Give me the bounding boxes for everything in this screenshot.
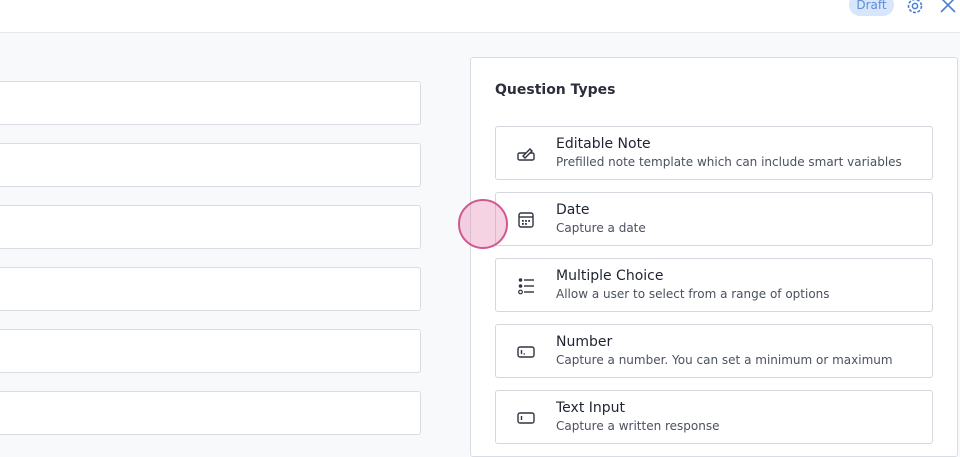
gear-icon[interactable] xyxy=(905,0,925,16)
form-field[interactable] xyxy=(0,267,421,311)
number-field-icon xyxy=(516,342,536,362)
cursor-indicator xyxy=(458,199,508,249)
panel-title: Question Types xyxy=(495,82,616,98)
question-type-description: Prefilled note template which can includ… xyxy=(556,155,902,169)
question-type-title: Text Input xyxy=(556,400,626,416)
close-icon[interactable] xyxy=(938,0,958,16)
status-badge: Draft xyxy=(849,0,894,16)
question-type-title: Multiple Choice xyxy=(556,268,664,284)
form-field[interactable] xyxy=(0,81,421,125)
question-type-description: Allow a user to select from a range of o… xyxy=(556,287,830,301)
question-type-date[interactable]: Date Capture a date xyxy=(495,192,933,246)
question-type-title: Editable Note xyxy=(556,136,651,152)
question-type-description: Capture a number. You can set a minimum … xyxy=(556,353,893,367)
editable-note-icon xyxy=(516,144,536,164)
form-field[interactable] xyxy=(0,391,421,435)
list-icon xyxy=(516,276,536,296)
question-type-description: Capture a written response xyxy=(556,419,720,433)
question-type-multiple-choice[interactable]: Multiple Choice Allow a user to select f… xyxy=(495,258,933,312)
question-type-text-input[interactable]: Text Input Capture a written response xyxy=(495,390,933,444)
question-type-editable-note[interactable]: Editable Note Prefilled note template wh… xyxy=(495,126,933,180)
form-field[interactable] xyxy=(0,143,421,187)
question-type-title: Number xyxy=(556,334,613,350)
question-type-description: Capture a date xyxy=(556,221,646,235)
calendar-icon xyxy=(516,210,536,230)
text-field-icon xyxy=(516,408,536,428)
question-types-panel: Question Types Editable Note Prefilled n… xyxy=(470,57,958,457)
top-bar: Draft xyxy=(0,0,960,33)
form-field[interactable] xyxy=(0,205,421,249)
question-type-title: Date xyxy=(556,202,590,218)
form-field[interactable] xyxy=(0,329,421,373)
question-type-number[interactable]: Number Capture a number. You can set a m… xyxy=(495,324,933,378)
